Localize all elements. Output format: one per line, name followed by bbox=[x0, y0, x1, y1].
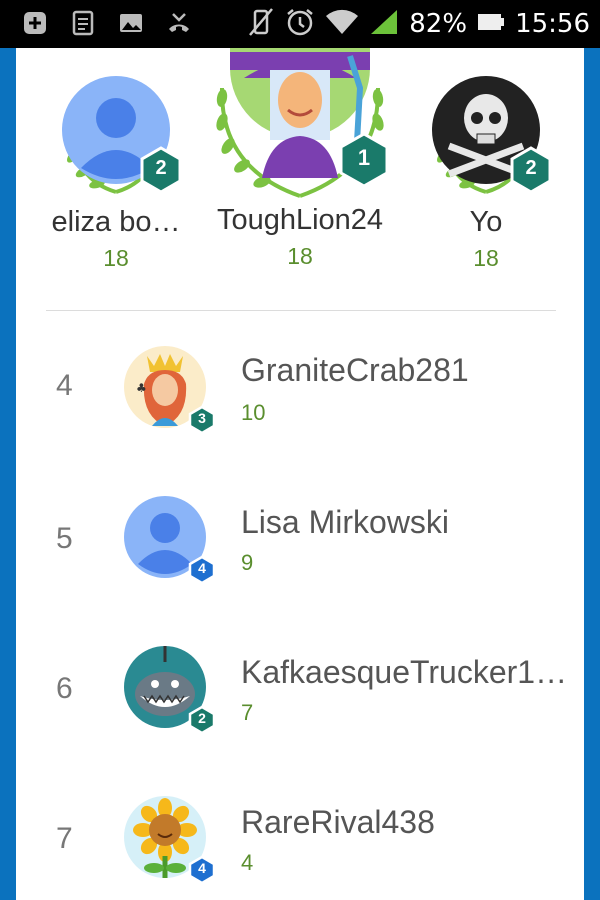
rank-number: 4 bbox=[56, 369, 73, 402]
player-score: 7 bbox=[241, 700, 254, 725]
notification-plus-icon bbox=[20, 8, 50, 38]
vibrate-off-icon bbox=[247, 7, 275, 42]
level-badge-label: 4 bbox=[198, 560, 206, 576]
level-badge-label: 2 bbox=[198, 710, 206, 726]
clock: 15:56 bbox=[515, 9, 590, 39]
notes-icon bbox=[68, 8, 98, 38]
missed-call-icon bbox=[164, 8, 194, 38]
player-name: KafkaesqueTrucker1… bbox=[241, 654, 568, 690]
level-badge-label: 3 bbox=[198, 410, 206, 426]
gallery-icon bbox=[116, 8, 146, 38]
player-score: 4 bbox=[241, 850, 254, 875]
player-score: 9 bbox=[241, 550, 254, 575]
rank-number: 6 bbox=[56, 672, 73, 705]
avatar bbox=[216, 48, 389, 198]
level-badge-label: 2 bbox=[155, 157, 167, 179]
svg-text:♣: ♣ bbox=[136, 381, 147, 395]
rank-number: 5 bbox=[56, 522, 73, 555]
divider bbox=[46, 310, 556, 311]
podium-score: 18 bbox=[287, 243, 313, 269]
player-name: Lisa Mirkowski bbox=[241, 504, 450, 540]
list-item[interactable]: 7 4 RareRival438 4 bbox=[16, 764, 584, 900]
podium-player-center[interactable]: 1 ToughLion24 18 bbox=[200, 48, 400, 270]
rank-number: 7 bbox=[56, 822, 73, 855]
podium-score: 18 bbox=[103, 245, 129, 271]
list-item[interactable]: 4 ♣ 3 GraniteCrab281 10 bbox=[16, 314, 584, 464]
podium-name: ToughLion24 bbox=[216, 204, 384, 236]
player-name: RareRival438 bbox=[241, 804, 435, 840]
signal-icon bbox=[369, 8, 399, 41]
level-badge-label: 2 bbox=[525, 157, 537, 179]
alarm-icon bbox=[285, 7, 315, 42]
player-name: GraniteCrab281 bbox=[241, 352, 469, 388]
list-item[interactable]: 5 4 Lisa Mirkowski 9 bbox=[16, 464, 584, 614]
podium-player-right[interactable]: 2 Yo 18 bbox=[411, 60, 561, 272]
level-badge-label: 4 bbox=[198, 860, 206, 876]
status-bar: 82% 15:56 bbox=[0, 0, 600, 48]
podium-score: 18 bbox=[473, 245, 499, 271]
battery-percent: 82% bbox=[409, 9, 468, 39]
podium-name: Yo bbox=[469, 206, 503, 238]
podium-player-left[interactable]: 2 eliza bo… 18 bbox=[41, 60, 191, 272]
player-score: 10 bbox=[241, 400, 266, 425]
podium: 2 eliza bo… 18 1 ToughLion24 18 2 Yo 18 bbox=[16, 48, 584, 308]
leaderboard-panel: 2 eliza bo… 18 1 ToughLion24 18 2 Yo 18 … bbox=[16, 48, 584, 900]
level-badge-label: 1 bbox=[357, 145, 371, 170]
battery-icon bbox=[477, 11, 505, 38]
wifi-icon bbox=[325, 8, 359, 41]
podium-name: eliza bo… bbox=[51, 206, 181, 238]
list-item[interactable]: 6 2 KafkaesqueTrucker1… 7 bbox=[16, 614, 584, 764]
